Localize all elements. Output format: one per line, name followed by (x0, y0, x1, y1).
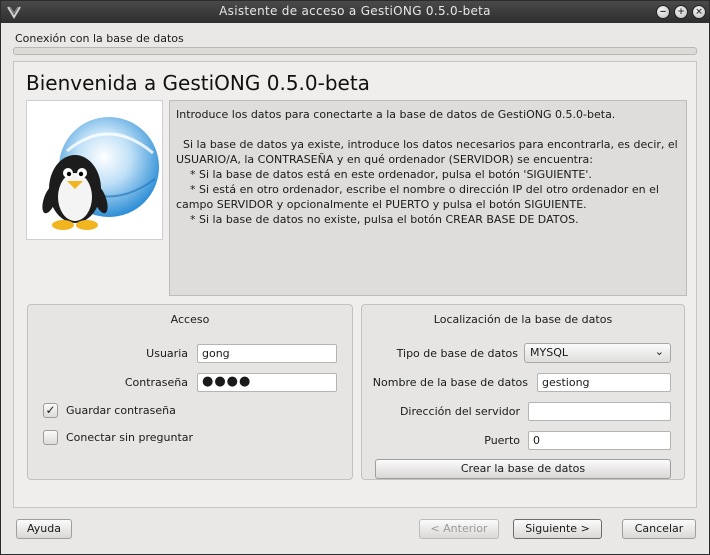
localizacion-title: Localización de la base de datos (433, 313, 613, 326)
user-label: Usuaria (146, 347, 188, 360)
close-button[interactable]: × (692, 5, 706, 19)
checkmark-icon: ✓ (45, 403, 56, 417)
port-label: Puerto (484, 434, 520, 447)
wizard-page: Bienvenida a GestiONG 0.5.0-beta Introdu… (13, 61, 697, 508)
logo-image (26, 100, 163, 240)
chevron-down-icon: ⌄ (654, 345, 664, 358)
back-button[interactable]: < Anterior (419, 519, 499, 539)
server-input[interactable] (528, 402, 671, 421)
next-button[interactable]: Siguiente > (513, 519, 602, 539)
auto-connect-checkbox[interactable] (43, 430, 58, 445)
penguin-globe-logo (42, 117, 159, 230)
localizacion-group: Localización de la base de datos Tipo de… (361, 304, 685, 480)
db-type-label: Tipo de base de datos (396, 347, 518, 360)
acceso-group: Acceso Usuaria gong Contraseña ●●●● ✓ Gu… (27, 304, 353, 480)
create-db-button[interactable]: Crear la base de datos (375, 459, 671, 479)
section-title: Conexión con la base de datos (15, 32, 184, 45)
intro-text: Introduce los datos para conectarte a la… (176, 108, 678, 226)
save-password-label[interactable]: Guardar contraseña (66, 404, 176, 417)
minimize-button[interactable]: ‒ (656, 5, 670, 19)
db-name-label: Nombre de la base de datos (372, 376, 528, 389)
save-password-checkbox[interactable]: ✓ (43, 403, 58, 418)
help-button[interactable]: Ayuda (16, 519, 72, 539)
acceso-title: Acceso (170, 313, 210, 326)
user-input[interactable]: gong (197, 344, 337, 363)
window-title: Asistente de acceso a GestiONG 0.5.0-bet… (219, 4, 491, 18)
maximize-button[interactable]: + (674, 5, 688, 19)
wizard-progress-bar (13, 47, 697, 55)
db-type-value: MYSQL (530, 346, 568, 359)
page-heading: Bienvenida a GestiONG 0.5.0-beta (26, 71, 370, 95)
server-label: Dirección del servidor (399, 405, 520, 418)
db-name-input[interactable]: gestiong (537, 373, 671, 392)
password-label: Contraseña (124, 376, 188, 389)
db-type-select[interactable]: MYSQL ⌄ (524, 343, 671, 363)
port-input[interactable]: 0 (528, 431, 671, 450)
title-bar[interactable]: Asistente de acceso a GestiONG 0.5.0-bet… (1, 1, 709, 23)
auto-connect-label[interactable]: Conectar sin preguntar (66, 431, 193, 444)
password-input[interactable]: ●●●● (197, 373, 337, 392)
cancel-button[interactable]: Cancelar (622, 519, 696, 539)
intro-text-box: Introduce los datos para conectarte a la… (169, 100, 687, 296)
wizard-window: Asistente de acceso a GestiONG 0.5.0-bet… (0, 0, 710, 555)
